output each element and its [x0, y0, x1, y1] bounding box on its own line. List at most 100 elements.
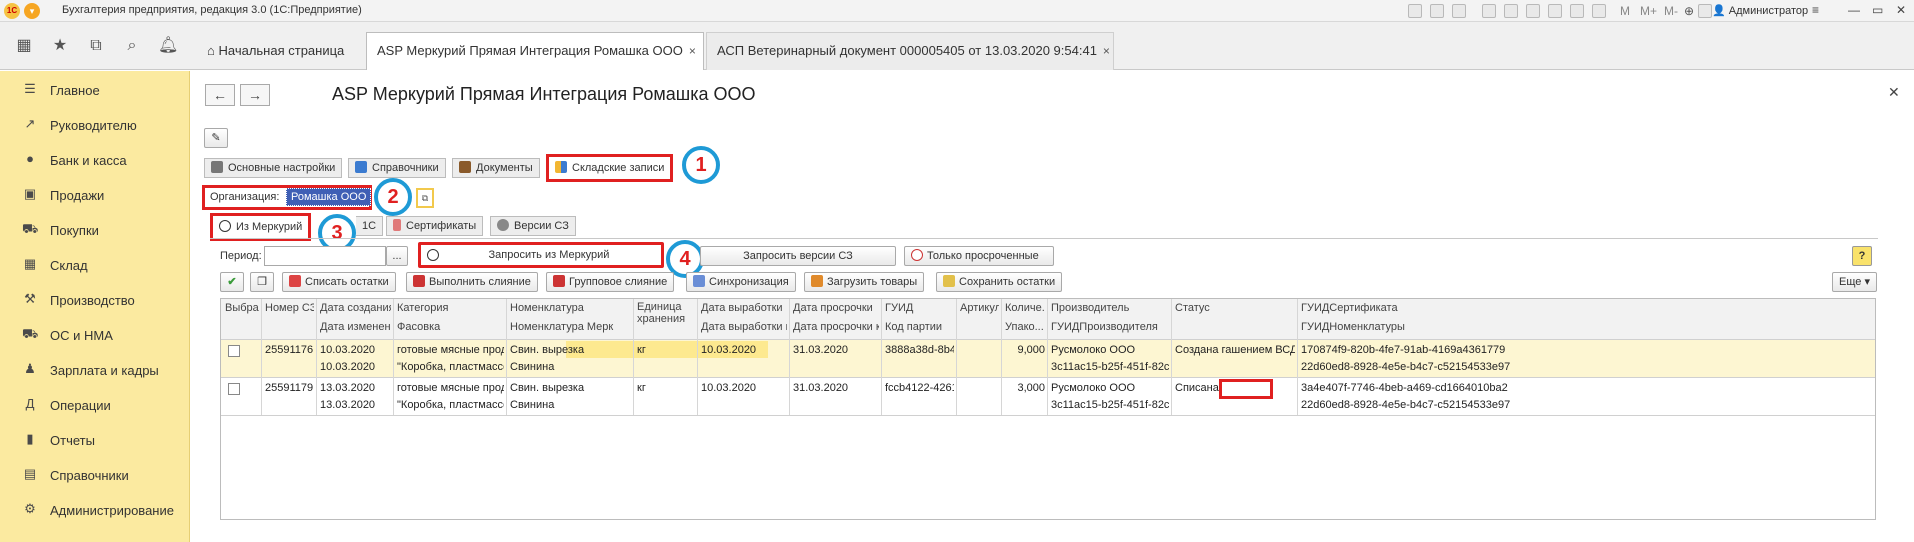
request-versions-button[interactable]: Запросить версии СЗ: [700, 246, 896, 266]
column-header[interactable]: Дата просрочки: [793, 302, 879, 314]
close-window-icon[interactable]: ✕: [1896, 3, 1906, 17]
sidebar-item-production[interactable]: ⚒ Производство: [0, 283, 190, 317]
list-icon[interactable]: [1526, 4, 1540, 18]
row-select-checkbox[interactable]: [228, 383, 240, 395]
mail-icon[interactable]: [1504, 4, 1518, 18]
tab-label: АСП Ветеринарный документ 000005405 от 1…: [717, 43, 1097, 58]
column-header[interactable]: Дата выработки: [701, 302, 787, 314]
print-icon[interactable]: [1430, 4, 1444, 18]
tab-documents[interactable]: Документы: [452, 158, 540, 178]
write-off-button[interactable]: Списать остатки: [282, 272, 396, 292]
column-header[interactable]: Единица хранения: [637, 301, 695, 325]
save-balances-button[interactable]: Сохранить остатки: [936, 272, 1063, 292]
history-icon[interactable]: ⧉: [86, 36, 106, 56]
sidebar-item-payroll[interactable]: ♟ Зарплата и кадры: [0, 353, 190, 387]
tab-home[interactable]: ⌂ Начальная страница: [196, 32, 355, 70]
request-from-mercury-button[interactable]: Запросить из Меркурий: [418, 242, 664, 268]
merge-button[interactable]: Выполнить слияние: [406, 272, 538, 292]
memory-subtract-button[interactable]: M-: [1664, 4, 1678, 18]
organization-input[interactable]: Ромашка ООО: [286, 188, 372, 206]
column-header[interactable]: Номенклатура: [510, 302, 631, 314]
preview-icon[interactable]: [1452, 4, 1466, 18]
column-header[interactable]: Номер СЗ: [265, 302, 314, 314]
more-button[interactable]: Еще ▾: [1832, 272, 1877, 292]
column-header[interactable]: ГУИД: [885, 302, 954, 314]
column-subheader[interactable]: Упако...: [1005, 321, 1045, 333]
select-all-button[interactable]: ✔: [220, 272, 244, 292]
column-header[interactable]: ГУИДСертификата: [1301, 302, 1873, 314]
sidebar-item-reports[interactable]: ▮ Отчеты: [0, 423, 190, 457]
column-header[interactable]: Производитель: [1051, 302, 1169, 314]
tab-close-icon[interactable]: ×: [689, 44, 696, 58]
load-goods-button[interactable]: Загрузить товары: [804, 272, 925, 292]
table-cell: 13.03.2020: [320, 382, 376, 394]
zoom-icon[interactable]: ⊕: [1684, 4, 1694, 18]
minimize-icon[interactable]: —: [1848, 3, 1860, 17]
tools-button[interactable]: ✎: [204, 128, 228, 148]
calendar-icon[interactable]: [1570, 4, 1584, 18]
save-icon[interactable]: [1408, 4, 1422, 18]
column-subheader[interactable]: Код партии: [885, 321, 954, 333]
sync-button[interactable]: Синхронизация: [686, 272, 796, 292]
download-icon[interactable]: [1482, 4, 1496, 18]
maximize-icon[interactable]: ▭: [1872, 3, 1883, 17]
column-divider: [1171, 299, 1172, 415]
column-subheader[interactable]: Дата изменения: [320, 321, 391, 333]
sidebar-item-admin[interactable]: ⚙ Администрирование: [0, 493, 190, 527]
apps-grid-icon[interactable]: ▦: [14, 36, 34, 56]
search-icon[interactable]: ⌕: [122, 36, 142, 56]
close-form-icon[interactable]: ✕: [1888, 84, 1900, 101]
tab-main-settings[interactable]: Основные настройки: [204, 158, 343, 178]
main-menu-chevron-icon[interactable]: ▾: [24, 3, 40, 19]
sidebar-item-manager[interactable]: ↗ Руководителю: [0, 108, 190, 142]
period-input[interactable]: [264, 246, 386, 266]
column-subheader[interactable]: Фасовка: [397, 321, 504, 333]
forward-button[interactable]: →: [240, 84, 270, 106]
copy-button[interactable]: ❐: [250, 272, 274, 292]
column-header[interactable]: Статус: [1175, 302, 1295, 314]
column-header[interactable]: Категория: [397, 302, 504, 314]
column-header[interactable]: Артикул: [960, 302, 999, 314]
table-icon[interactable]: [1548, 4, 1562, 18]
sidebar-item-warehouse[interactable]: ▦ Склад: [0, 248, 190, 282]
settings-chevron-icon[interactable]: ≡: [1812, 3, 1819, 17]
tab-mercury-integration[interactable]: ASP Меркурий Прямая Интеграция Ромашка О…: [366, 32, 704, 70]
column-header[interactable]: Количе...: [1005, 302, 1045, 314]
row-select-checkbox[interactable]: [228, 345, 240, 357]
tab-1c[interactable]: 1С: [356, 216, 384, 236]
group-merge-button[interactable]: Групповое слияние: [546, 272, 675, 292]
column-subheader[interactable]: Номенклатура Мерк: [510, 321, 631, 333]
calculator-icon[interactable]: [1592, 4, 1606, 18]
only-expired-button[interactable]: Только просроченные: [904, 246, 1054, 266]
sidebar-item-assets[interactable]: ⛟ ОС и НМА: [0, 318, 190, 352]
favorites-star-icon[interactable]: ★: [50, 36, 70, 56]
open-organization-button[interactable]: ⧉: [416, 188, 434, 208]
bell-icon[interactable]: 🔔︎: [158, 36, 178, 56]
tab-vet-document[interactable]: АСП Ветеринарный документ 000005405 от 1…: [706, 32, 1114, 70]
column-subheader[interactable]: ГУИДПроизводителя: [1051, 321, 1169, 333]
sidebar-item-bank[interactable]: ● Банк и касса: [0, 143, 190, 177]
memory-add-button[interactable]: M+: [1640, 4, 1657, 18]
sidebar-item-operations[interactable]: Д Операции: [0, 388, 190, 422]
tab-versions[interactable]: Версии СЗ: [490, 216, 576, 236]
tab-catalogs[interactable]: Справочники: [348, 158, 446, 178]
tab-certificates[interactable]: Сертификаты: [386, 216, 484, 236]
column-header[interactable]: Дата создания: [320, 302, 391, 314]
back-button[interactable]: ←: [205, 84, 235, 106]
period-select-button[interactable]: ...: [386, 246, 408, 266]
memory-store-button[interactable]: M: [1620, 4, 1630, 18]
sidebar-item-sales[interactable]: ▣ Продажи: [0, 178, 190, 212]
help-icon[interactable]: ?: [1852, 246, 1872, 266]
column-subheader[interactable]: Дата просрочки кон: [793, 321, 879, 333]
user-name[interactable]: 👤 Администратор: [1712, 4, 1808, 17]
panels-icon[interactable]: [1698, 4, 1712, 18]
column-subheader[interactable]: ГУИДНоменклатуры: [1301, 321, 1873, 333]
tab-close-icon[interactable]: ×: [1103, 44, 1110, 58]
sidebar-item-purchases[interactable]: ⛟ Покупки: [0, 213, 190, 247]
column-subheader[interactable]: Дата выработки кон: [701, 321, 787, 333]
column-header[interactable]: Выбран: [225, 302, 259, 314]
sidebar-item-catalogs[interactable]: ▤ Справочники: [0, 458, 190, 492]
tab-warehouse-records[interactable]: Складские записи: [546, 154, 674, 182]
sidebar-item-main[interactable]: ☰ Главное: [0, 73, 190, 107]
tab-from-mercury[interactable]: Из Меркурий: [210, 213, 312, 241]
